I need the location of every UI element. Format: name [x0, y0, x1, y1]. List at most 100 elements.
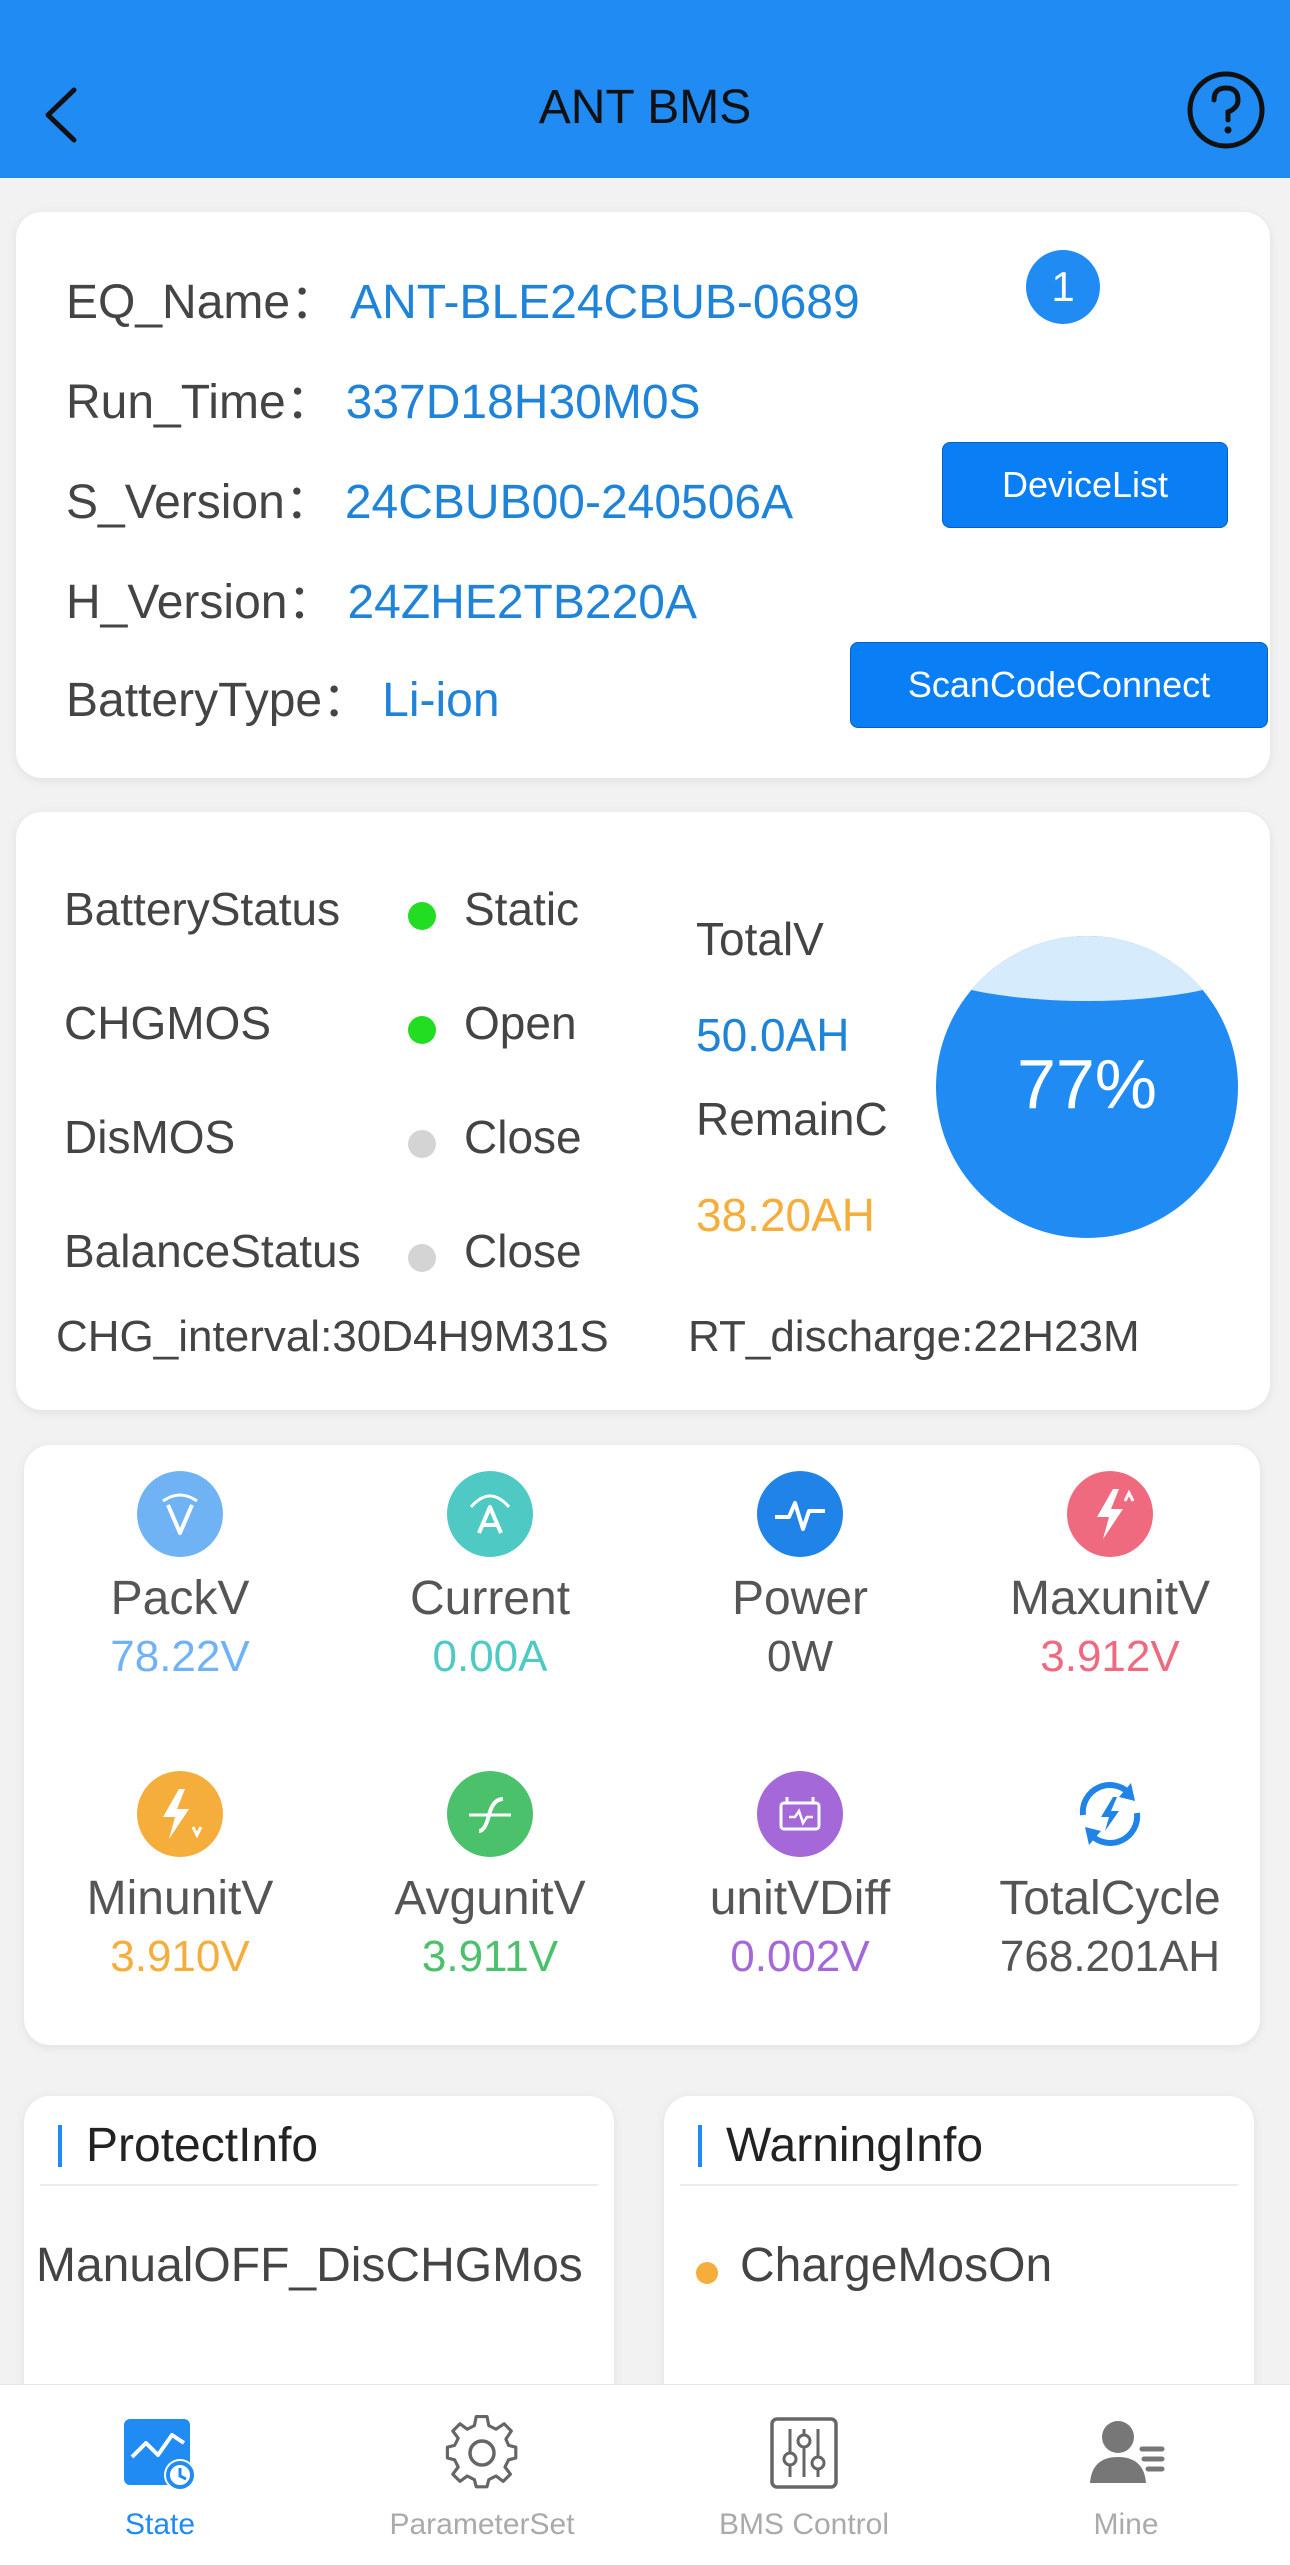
title-accent-bar [698, 2125, 702, 2167]
volt-icon [137, 1471, 223, 1557]
chgmos-value: Open [464, 997, 577, 1049]
gear-icon [445, 2415, 518, 2489]
total-v-label: TotalV [696, 913, 824, 965]
metric-value: 3.910V [110, 1932, 250, 1981]
s-version-row: S_Version： 24CBUB00-240506A [66, 462, 793, 532]
dismos-indicator [408, 1130, 436, 1158]
dismos-label: DisMOS [64, 1111, 236, 1163]
metric-value: 0.002V [730, 1932, 870, 1981]
soc-percent: 77% [1016, 1045, 1158, 1123]
warning-dot [696, 2262, 718, 2284]
metric-packv: PackV 78.22V [30, 1471, 330, 1682]
s-version-value: 24CBUB00-240506A [344, 476, 794, 529]
protect-info-item: ManualOFF_DisCHGMos [36, 2239, 583, 2292]
battery-type-value: Li-ion [382, 674, 500, 727]
warning-info-title-text: WarningInfo [726, 2119, 984, 2172]
h-version-label: H_Version： [66, 576, 336, 629]
battery-status-indicator [408, 902, 436, 930]
chg-interval: CHG_interval:30D4H9M31S [56, 1312, 609, 1361]
metric-value: 768.201AH [999, 1932, 1221, 1981]
remain-c-label: RemainC [696, 1093, 888, 1145]
protect-info-title: ProtectInfo [58, 2118, 318, 2173]
balance-status-value: Close [464, 1225, 582, 1277]
balance-status-indicator [408, 1244, 436, 1272]
metric-current: Current 0.00A [340, 1471, 640, 1682]
chgmos-label: CHGMOS [64, 997, 271, 1049]
metric-value: 78.22V [110, 1632, 250, 1681]
help-icon [1187, 71, 1265, 149]
scan-code-connect-button[interactable]: ScanCodeConnect [850, 642, 1268, 728]
divider [40, 2184, 598, 2186]
device-info-card: EQ_Name： ANT-BLE24CBUB-0689 1 Run_Time： 33… [16, 212, 1270, 778]
divider [680, 2184, 1238, 2186]
dismos-value: Close [464, 1111, 582, 1163]
help-button[interactable] [1186, 70, 1266, 150]
state-chart-icon [124, 2419, 196, 2491]
run-time-row: Run_Time： 337D18H30M0S [66, 362, 701, 432]
run-time-label: Run_Time： [66, 376, 334, 429]
title-accent-bar [58, 2125, 62, 2167]
metric-value: 3.911V [421, 1932, 559, 1981]
warning-info-title: WarningInfo [698, 2118, 983, 2173]
tab-label: State [124, 2508, 196, 2541]
metric-maxunitv: MaxunitV 3.912V [960, 1471, 1260, 1682]
metric-label: PackV [110, 1572, 250, 1625]
remain-c-value: 38.20AH [696, 1189, 876, 1241]
metric-avgunitv: AvgunitV 3.911V [340, 1771, 640, 1982]
max-voltage-icon [1067, 1471, 1153, 1557]
metric-unitvdiff: unitVDiff 0.002V [650, 1771, 950, 1982]
tab-state[interactable]: State [0, 2413, 320, 2542]
header: ANT BMS [0, 0, 1290, 178]
battery-status-label: BatteryStatus [64, 883, 341, 935]
h-version-row: H_Version： 24ZHE2TB220A [66, 562, 697, 632]
eq-name-label: EQ_Name： [66, 276, 339, 329]
run-time-value: 337D18H30M0S [345, 376, 701, 429]
user-icon [1090, 2421, 1165, 2483]
metric-minunitv: MinunitV 3.910V [30, 1771, 330, 1982]
tab-mine[interactable]: Mine [966, 2413, 1286, 2542]
battery-status-card: BatteryStatus Static CHGMOS Open DisMOS … [16, 812, 1270, 1410]
metric-value: 3.912V [1040, 1632, 1180, 1681]
rt-discharge: RT_discharge:22H23M [688, 1312, 1140, 1361]
total-v-value: 50.0AH [696, 1009, 850, 1061]
metric-power: Power 0W [650, 1471, 950, 1682]
s-version-label: S_Version： [66, 476, 333, 529]
h-version-value: 24ZHE2TB220A [347, 576, 697, 629]
metric-label: MaxunitV [1009, 1572, 1211, 1625]
bottom-tab-bar: State ParameterSet BMS Control Mine [0, 2384, 1290, 2565]
tab-bms-control[interactable]: BMS Control [644, 2413, 964, 2542]
soc-gauge: 77% [936, 936, 1238, 1238]
voltage-diff-icon [757, 1771, 843, 1857]
battery-status-value: Static [464, 883, 580, 935]
metric-label: Power [731, 1572, 869, 1625]
metrics-card: PackV 78.22V Current 0.00A Power 0W Maxu… [24, 1445, 1260, 2045]
power-icon [757, 1471, 843, 1557]
balance-status-label: BalanceStatus [64, 1225, 361, 1277]
metric-label: MinunitV [86, 1872, 274, 1925]
avg-voltage-icon [447, 1771, 533, 1857]
battery-type-label: BatteryType： [66, 674, 371, 727]
device-list-button[interactable]: DeviceList [942, 442, 1228, 528]
metric-label: unitVDiff [709, 1872, 891, 1925]
metric-value: 0W [767, 1632, 833, 1681]
device-count-badge: 1 [1026, 250, 1100, 324]
min-voltage-icon [137, 1771, 223, 1857]
protect-info-title-text: ProtectInfo [86, 2119, 319, 2172]
warning-info-item: ChargeMosOn [740, 2239, 1053, 2292]
tab-label: Mine [1093, 2508, 1159, 2541]
page-title: ANT BMS [538, 81, 752, 134]
metric-label: AvgunitV [394, 1872, 586, 1925]
metric-totalcycle: TotalCycle 768.201AH [960, 1771, 1260, 1982]
ampere-icon [447, 1471, 533, 1557]
eq-name-row: EQ_Name： ANT-BLE24CBUB-0689 [66, 262, 860, 332]
soc-gauge-empty [936, 936, 1238, 1001]
metric-label: TotalCycle [999, 1872, 1221, 1925]
tab-label: BMS Control [718, 2508, 890, 2541]
cycle-icon [1067, 1771, 1153, 1857]
metric-label: Current [409, 1572, 571, 1625]
eq-name-value: ANT-BLE24CBUB-0689 [350, 276, 860, 329]
sliders-icon [770, 2417, 838, 2489]
chgmos-indicator [408, 1016, 436, 1044]
battery-type-row: BatteryType： Li-ion [66, 660, 500, 730]
tab-parameter-set[interactable]: ParameterSet [322, 2413, 642, 2542]
